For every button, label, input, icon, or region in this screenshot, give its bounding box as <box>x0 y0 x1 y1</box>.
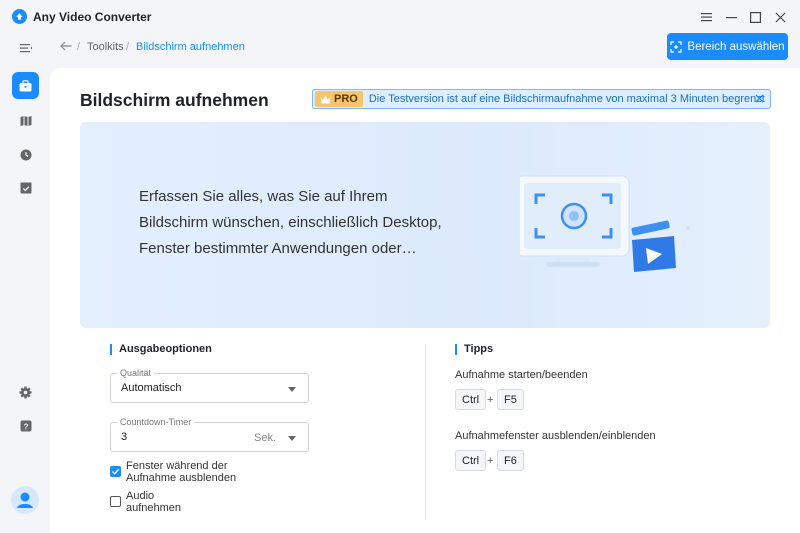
chevron-down-icon <box>288 387 296 392</box>
minimize-icon[interactable] <box>722 8 740 26</box>
plus-sign: + <box>487 455 494 467</box>
countdown-unit: Sek. <box>253 432 276 444</box>
history-icon[interactable] <box>12 141 39 168</box>
quality-value: Automatisch <box>121 382 182 394</box>
countdown-value: 3 <box>121 431 128 443</box>
banner-close-icon[interactable] <box>755 92 764 106</box>
shortcut-key: F5 <box>497 389 524 410</box>
pro-badge[interactable]: PRO <box>315 91 363 107</box>
breadcrumb-current: Bildschirm aufnehmen <box>136 41 245 53</box>
quality-select[interactable]: Qualität Automatisch <box>110 368 309 403</box>
tip-label: Aufnahmefenster ausblenden/einblenden <box>455 430 656 442</box>
shortcut-key: Ctrl <box>455 450 487 471</box>
breadcrumb-separator: / <box>77 41 81 53</box>
close-icon[interactable] <box>771 8 789 26</box>
hero-line: Bildschirm wünschen, einschließlich Desk… <box>139 214 442 231</box>
map-icon[interactable] <box>12 107 39 134</box>
avatar-icon[interactable] <box>11 486 39 514</box>
breadcrumb-toolkits[interactable]: Toolkits <box>87 41 124 53</box>
main-panel: Bildschirm aufnehmen PRO Die Testversion… <box>50 68 800 533</box>
output-options-title: Ausgabeoptionen <box>110 344 212 355</box>
shortcut-key: Ctrl <box>455 389 487 410</box>
section-divider <box>425 344 426 520</box>
checkmark-icon <box>112 468 120 475</box>
shortcut-key: F6 <box>497 450 524 471</box>
region-select-icon <box>670 40 683 53</box>
record-audio-label: Audio aufnehmen <box>126 490 182 514</box>
hero-line: Erfassen Sie alles, was Sie auf Ihrem <box>139 188 388 205</box>
hero-banner: Erfassen Sie alles, was Sie auf Ihrem Bi… <box>80 122 770 328</box>
tip-label: Aufnahme starten/beenden <box>455 369 588 381</box>
settings-icon[interactable] <box>12 379 39 406</box>
back-arrow-icon[interactable] <box>60 39 72 54</box>
select-region-button[interactable]: Bereich auswählen <box>667 33 788 60</box>
hide-window-label: Fenster während der Aufnahme ausblenden <box>126 460 237 484</box>
plus-sign: + <box>487 394 494 406</box>
title-bar: Any Video Converter <box>0 0 800 34</box>
screen-recorder-illustration <box>520 175 690 272</box>
sidebar: ? <box>0 34 50 533</box>
svg-text:?: ? <box>23 421 28 431</box>
record-audio-checkbox[interactable] <box>110 496 121 507</box>
quality-label: Qualität <box>117 368 155 378</box>
toolbox-icon[interactable] <box>12 72 39 99</box>
countdown-timer-select[interactable]: Countdown-Timer 3 Sek. <box>110 417 309 452</box>
select-region-label: Bereich auswählen <box>687 40 785 53</box>
menu-icon[interactable] <box>697 8 715 26</box>
hide-window-checkbox[interactable] <box>110 466 121 477</box>
hero-description: Erfassen Sie alles, was Sie auf Ihrem Bi… <box>139 184 449 262</box>
hero-line: Fenster bestimmter Anwendungen oder… <box>139 240 417 257</box>
tasks-icon[interactable] <box>12 174 39 201</box>
pro-badge-label: PRO <box>334 93 358 105</box>
page-title: Bildschirm aufnehmen <box>80 90 269 110</box>
app-logo-icon <box>12 9 27 24</box>
chevron-down-icon <box>288 436 296 441</box>
tips-title: Tipps <box>455 344 493 355</box>
countdown-label: Countdown-Timer <box>117 417 195 427</box>
breadcrumb-separator: / <box>126 41 130 53</box>
crown-icon <box>320 95 331 103</box>
app-title: Any Video Converter <box>33 10 152 24</box>
collapse-menu-icon[interactable] <box>12 34 39 61</box>
pro-banner-text: Die Testversion ist auf eine Bildschirma… <box>368 93 765 105</box>
pro-trial-banner: PRO Die Testversion ist auf eine Bildsch… <box>312 89 771 109</box>
help-icon[interactable]: ? <box>12 412 39 439</box>
maximize-icon[interactable] <box>746 8 764 26</box>
